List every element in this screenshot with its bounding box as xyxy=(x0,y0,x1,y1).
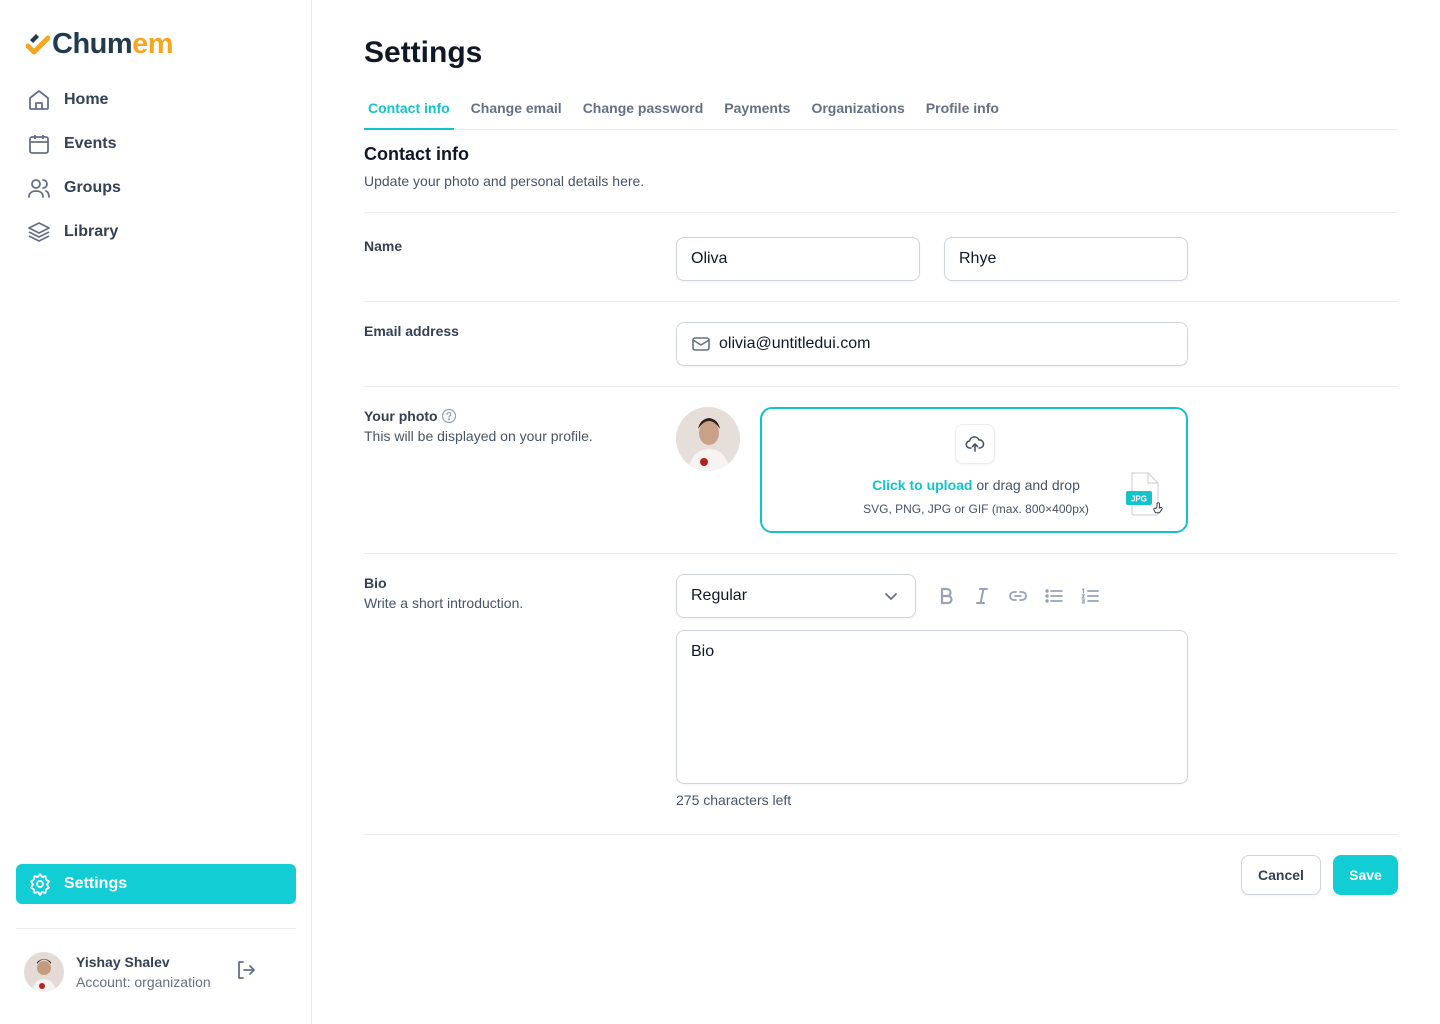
sidebar-item-settings[interactable]: Settings xyxy=(16,864,296,904)
bulleted-list-icon xyxy=(1045,589,1063,603)
photo-label-row: Your photo xyxy=(364,408,457,424)
last-name-field[interactable] xyxy=(944,237,1188,281)
email-input[interactable] xyxy=(719,335,1173,353)
tab-contact-info[interactable]: Contact info xyxy=(364,96,454,130)
text-format-toolbar xyxy=(932,584,1112,608)
tab-change-email[interactable]: Change email xyxy=(467,96,566,130)
file-type-badge: JPG xyxy=(1131,495,1147,504)
avatar[interactable] xyxy=(676,407,740,471)
divider xyxy=(364,553,1398,554)
italic-icon xyxy=(976,588,988,604)
sidebar-item-groups[interactable]: Groups xyxy=(24,166,296,210)
sidebar-item-label: Settings xyxy=(64,875,128,892)
logo[interactable]: Chumem xyxy=(26,28,174,61)
tab-profile-info[interactable]: Profile info xyxy=(922,96,1003,130)
last-name-input[interactable] xyxy=(959,250,1173,268)
mail-icon xyxy=(692,337,710,351)
sidebar-item-home[interactable]: Home xyxy=(24,78,296,122)
account-name: Yishay Shalev xyxy=(76,954,170,970)
bold-icon xyxy=(940,587,953,605)
sidebar-item-library[interactable]: Library xyxy=(24,210,296,254)
users-icon xyxy=(28,179,50,198)
sidebar-item-label: Home xyxy=(64,91,109,108)
logo-text: Chumem xyxy=(52,28,174,60)
sidebar-nav: Home Events Groups Library xyxy=(24,78,296,254)
email-label: Email address xyxy=(364,323,459,339)
email-field[interactable] xyxy=(676,322,1188,366)
logo-mark-icon xyxy=(26,33,50,54)
name-label: Name xyxy=(364,238,403,254)
divider xyxy=(364,212,1398,213)
italic-button[interactable] xyxy=(968,584,996,608)
bio-textarea[interactable]: Bio xyxy=(676,630,1188,784)
gear-icon xyxy=(30,873,50,896)
upload-instructions-text: or drag and drop xyxy=(972,477,1080,493)
numbered-list-button[interactable] xyxy=(1076,584,1104,608)
layers-icon xyxy=(28,222,50,242)
bulleted-list-button[interactable] xyxy=(1040,584,1068,608)
numbered-list-icon xyxy=(1081,588,1099,604)
file-upload-dropzone[interactable]: Click to upload or drag and drop SVG, PN… xyxy=(760,407,1188,533)
tab-change-password[interactable]: Change password xyxy=(579,96,708,130)
sidebar-item-events[interactable]: Events xyxy=(24,122,296,166)
text-style-value: Regular xyxy=(691,587,748,604)
tab-bar: Contact info Change email Change passwor… xyxy=(364,96,1398,130)
photo-sublabel: This will be displayed on your profile. xyxy=(364,428,593,444)
first-name-field[interactable] xyxy=(676,237,920,281)
text-style-select[interactable]: Regular xyxy=(676,574,916,618)
chevron-down-icon xyxy=(885,593,897,600)
logout-icon[interactable] xyxy=(234,958,258,982)
divider xyxy=(16,928,296,929)
photo-label: Your photo xyxy=(364,408,438,424)
bold-button[interactable] xyxy=(932,584,960,608)
account-card: Yishay Shalev Account: organization xyxy=(24,952,211,992)
home-icon xyxy=(29,90,49,110)
cancel-button[interactable]: Cancel xyxy=(1241,855,1321,895)
bio-sublabel: Write a short introduction. xyxy=(364,595,524,611)
section-subtitle: Update your photo and personal details h… xyxy=(364,173,645,189)
upload-cloud-icon xyxy=(955,424,995,464)
section-title: Contact info xyxy=(364,144,469,164)
divider xyxy=(364,386,1398,387)
save-button[interactable]: Save xyxy=(1333,855,1398,895)
link-icon xyxy=(1009,591,1027,601)
tab-payments[interactable]: Payments xyxy=(720,96,794,130)
characters-left: 275 characters left xyxy=(676,792,792,808)
help-circle-icon[interactable] xyxy=(441,408,457,424)
bio-label: Bio xyxy=(364,575,387,591)
sidebar-item-label: Groups xyxy=(64,179,121,196)
avatar[interactable] xyxy=(24,952,64,992)
account-type: Account: organization xyxy=(76,974,211,990)
tab-organizations[interactable]: Organizations xyxy=(807,96,908,130)
divider xyxy=(364,301,1398,302)
calendar-icon xyxy=(29,135,49,154)
sidebar: Chumem Home Events Groups Library Settin… xyxy=(0,0,312,1024)
divider xyxy=(364,834,1398,835)
sidebar-item-label: Library xyxy=(64,223,119,240)
first-name-input[interactable] xyxy=(691,250,905,268)
upload-link[interactable]: Click to upload xyxy=(872,477,972,493)
page-title: Settings xyxy=(364,36,483,69)
link-button[interactable] xyxy=(1004,584,1032,608)
sidebar-item-label: Events xyxy=(64,135,117,152)
jpg-file-icon: JPG xyxy=(1126,472,1163,516)
